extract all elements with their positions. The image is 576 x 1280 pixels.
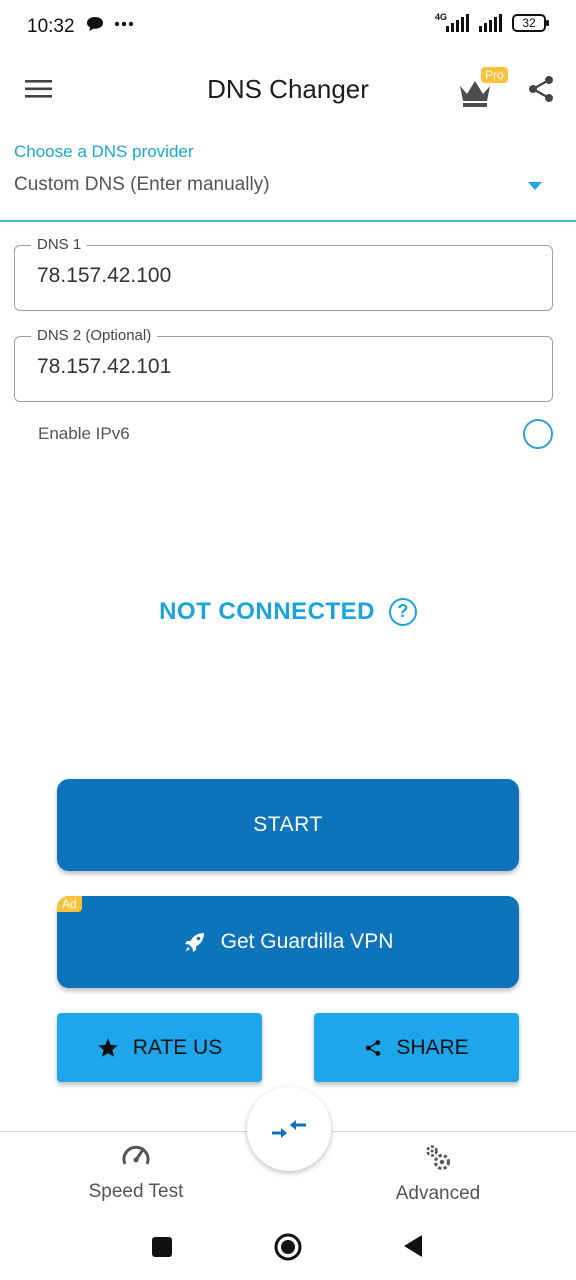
vpn-label: Get Guardilla VPN bbox=[220, 930, 394, 953]
chat-notification-icon bbox=[87, 17, 103, 31]
pro-button[interactable]: Pro bbox=[456, 66, 508, 112]
dns1-input[interactable] bbox=[37, 264, 527, 288]
guardilla-vpn-button[interactable]: Ad Get Guardilla VPN bbox=[57, 896, 519, 988]
connect-toggle-button[interactable] bbox=[247, 1087, 331, 1171]
pro-badge: Pro bbox=[481, 67, 508, 83]
nav-speed-test-label: Speed Test bbox=[88, 1181, 184, 1202]
gears-icon bbox=[426, 1145, 450, 1170]
menu-button[interactable] bbox=[24, 76, 54, 102]
nav-advanced-label: Advanced bbox=[395, 1183, 481, 1204]
battery-icon: 32 bbox=[512, 14, 549, 32]
help-icon[interactable]: ? bbox=[388, 598, 417, 626]
rate-us-button[interactable]: RATE US bbox=[57, 1013, 262, 1082]
status-bar: 10:32 4G 32 bbox=[0, 0, 576, 54]
provider-label: Choose a DNS provider bbox=[14, 142, 194, 161]
dns1-field: DNS 1 bbox=[14, 236, 553, 311]
share-icon bbox=[529, 76, 553, 102]
more-notifications-icon bbox=[114, 21, 134, 27]
app-bar: DNS Changer Pro bbox=[0, 54, 576, 126]
square-icon bbox=[152, 1237, 172, 1257]
start-label: START bbox=[253, 813, 323, 836]
ipv6-radio[interactable] bbox=[523, 419, 553, 449]
rate-us-label: RATE US bbox=[132, 1035, 223, 1059]
signal-icon bbox=[446, 14, 469, 32]
dropdown-caret-icon bbox=[528, 182, 542, 190]
start-button[interactable]: START bbox=[57, 779, 519, 871]
share-app-button[interactable] bbox=[526, 74, 558, 106]
dns2-label: DNS 2 (Optional) bbox=[31, 327, 158, 344]
connection-status: NOT CONNECTED ? bbox=[0, 598, 576, 626]
dns-provider-dropdown[interactable]: Choose a DNS provider Custom DNS (Enter … bbox=[0, 138, 576, 222]
back-triangle-icon bbox=[404, 1235, 422, 1257]
network-type: 4G bbox=[434, 12, 447, 22]
system-navigation-bar bbox=[0, 1225, 576, 1280]
nav-advanced[interactable]: Advanced bbox=[353, 1142, 523, 1205]
ad-badge: Ad bbox=[57, 896, 82, 912]
star-icon bbox=[98, 1037, 118, 1057]
ipv6-label: Enable IPv6 bbox=[38, 424, 130, 443]
recents-button[interactable] bbox=[152, 1237, 172, 1262]
status-time: 10:32 bbox=[27, 16, 75, 37]
nav-speed-test[interactable]: Speed Test bbox=[51, 1142, 221, 1203]
share-label: SHARE bbox=[396, 1035, 469, 1059]
connection-status-text: NOT CONNECTED bbox=[159, 598, 375, 625]
rocket-icon bbox=[184, 933, 204, 952]
dns2-field: DNS 2 (Optional) bbox=[14, 327, 553, 402]
speedometer-icon bbox=[122, 1145, 150, 1165]
dns2-input[interactable] bbox=[37, 355, 527, 379]
share-button[interactable]: SHARE bbox=[314, 1013, 519, 1082]
share-icon bbox=[366, 1039, 381, 1056]
home-button[interactable] bbox=[274, 1233, 302, 1266]
provider-selected-value: Custom DNS (Enter manually) bbox=[14, 174, 270, 195]
hamburger-icon bbox=[25, 80, 52, 98]
signal-icon-2 bbox=[479, 14, 502, 32]
back-button[interactable] bbox=[402, 1234, 424, 1263]
home-circle-icon bbox=[274, 1233, 302, 1261]
dns1-label: DNS 1 bbox=[31, 236, 88, 253]
compress-arrows-icon bbox=[272, 1120, 306, 1138]
